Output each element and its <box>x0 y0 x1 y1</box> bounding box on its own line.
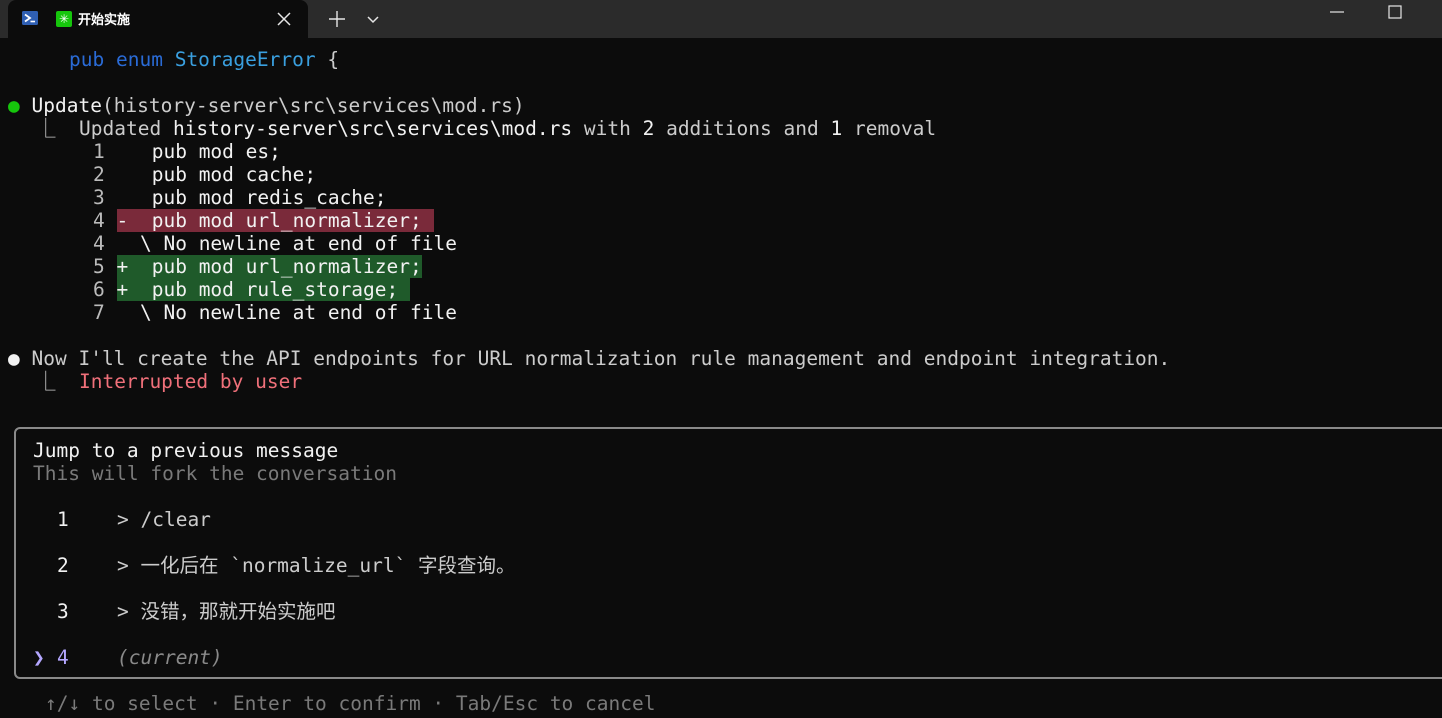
close-icon[interactable] <box>274 9 294 29</box>
diff-line-added: 5 + pub mod url_normalizer; <box>93 255 422 278</box>
summary-prefix: Updated <box>79 117 162 140</box>
type-name: StorageError <box>174 48 316 71</box>
selection-pointer-icon: ❯ <box>33 646 45 669</box>
additions-word: additions <box>666 117 772 140</box>
message-option[interactable]: 3 > 没错，那就开始实施吧 <box>33 600 1413 623</box>
keyword-pub: pub <box>69 48 105 71</box>
diff-code: pub mod es; <box>128 140 281 163</box>
diff-line-number: 7 <box>93 301 105 324</box>
connector-icon: ⎿ <box>36 370 56 393</box>
status-dot-icon: ● <box>8 94 20 117</box>
diff-line-number: 6 <box>93 278 105 301</box>
diff-marker: - <box>116 209 129 232</box>
diff-marker <box>117 186 129 209</box>
app-star-icon: ✳ <box>56 11 72 27</box>
diff-code: pub mod url_normalizer; <box>128 209 434 232</box>
option-text: > /clear <box>117 508 211 531</box>
update-label: Update <box>31 94 102 117</box>
option-number: 2 <box>57 554 69 577</box>
brace: { <box>315 48 340 71</box>
dialog-title-text: Jump to a previous message <box>33 439 339 462</box>
diff-line-number: 4 <box>93 209 105 232</box>
connector-icon: ⎿ <box>36 117 56 140</box>
diff-marker <box>117 232 129 255</box>
diff-marker <box>117 301 129 324</box>
option-number: 3 <box>57 600 69 623</box>
option-text: > 没错，那就开始实施吧 <box>117 600 336 623</box>
message-bullet-icon: ● <box>8 347 20 370</box>
diff-marker: + <box>116 278 129 301</box>
diff-marker <box>117 140 129 163</box>
diff-line-added: 6 + pub mod rule_storage; <box>93 278 411 301</box>
diff-code: pub mod cache; <box>128 163 317 186</box>
minimize-icon[interactable] <box>1328 4 1346 20</box>
diff-body: \ No newline at end of file <box>117 301 457 324</box>
tab-title: 开始实施 <box>78 13 131 28</box>
diff-line: 1 pub mod es; <box>93 140 281 163</box>
diff-line: 4 \ No newline at end of file <box>93 232 457 255</box>
diff-marker <box>117 163 129 186</box>
and-word: and <box>783 117 819 140</box>
diff-line-number: 4 <box>93 232 105 255</box>
removals-count: 1 <box>830 117 843 140</box>
diff-line-number: 3 <box>93 186 105 209</box>
plus-icon[interactable] <box>326 8 348 30</box>
diff-line-number: 2 <box>93 163 105 186</box>
message-text: Now I'll create the API endpoints for UR… <box>31 347 1171 370</box>
dialog-footer: ↑/↓ to select · Enter to confirm · Tab/E… <box>45 692 655 715</box>
diff-line-removed: 4 - pub mod url_normalizer; <box>93 209 434 232</box>
terminal-tab[interactable]: ✳ 开始实施 <box>8 0 308 38</box>
dialog-title: Jump to a previous message <box>33 439 338 462</box>
chevron-down-icon[interactable] <box>364 10 382 28</box>
summary-with: with <box>583 117 631 140</box>
diff-body-removed: - pub mod url_normalizer; <box>116 209 434 232</box>
message-option[interactable]: 2 > 一化后在 `normalize_url` 字段查询。 <box>33 554 1413 577</box>
keyword-enum: enum <box>115 48 163 71</box>
diff-body: pub mod cache; <box>117 163 317 186</box>
diff-line-number: 5 <box>93 255 105 278</box>
diff-code: pub mod redis_cache; <box>128 186 387 209</box>
option-text: > 一化后在 `normalize_url` 字段查询。 <box>117 554 516 577</box>
maximize-icon[interactable] <box>1386 4 1404 20</box>
interrupt-status: ⎿ Interrupted by user <box>36 370 302 393</box>
diff-body-added: + pub mod url_normalizer; <box>116 255 422 278</box>
diff-line: 7 \ No newline at end of file <box>93 301 457 324</box>
title-bar: ✳ 开始实施 <box>0 0 1442 38</box>
summary-path: history-server\src\services\mod.rs <box>172 117 573 140</box>
update-header: ● Update(history-server\src\services\mod… <box>8 94 525 117</box>
diff-code: pub mod rule_storage; <box>128 278 411 301</box>
message-option-selected[interactable]: ❯ 4 (current) <box>33 646 1413 669</box>
diff-body: \ No newline at end of file <box>117 232 457 255</box>
update-path: (history-server\src\services\mod.rs) <box>101 94 525 117</box>
diff-line-number: 1 <box>93 140 105 163</box>
option-number: 4 <box>57 646 69 669</box>
dialog-subtitle: This will fork the conversation <box>33 462 397 485</box>
removals-word: removal <box>853 117 937 140</box>
enum-code-line: pub enum StorageError { <box>69 48 339 71</box>
option-number: 1 <box>57 508 69 531</box>
powershell-icon <box>22 11 38 25</box>
dialog-subtitle-text: This will fork the conversation <box>33 462 397 485</box>
diff-body: pub mod es; <box>117 140 281 163</box>
message-option[interactable]: 1 > /clear <box>33 508 1413 531</box>
option-text: (current) <box>117 646 223 669</box>
assistant-message: ● Now I'll create the API endpoints for … <box>8 347 1170 370</box>
diff-code: pub mod url_normalizer; <box>128 255 422 278</box>
diff-marker: + <box>116 255 129 278</box>
diff-body: pub mod redis_cache; <box>117 186 387 209</box>
diff-code: \ No newline at end of file <box>128 301 457 324</box>
diff-code: \ No newline at end of file <box>128 232 457 255</box>
diff-line: 2 pub mod cache; <box>93 163 316 186</box>
update-summary: ⎿ Updated history-server\src\services\mo… <box>36 117 936 140</box>
keyboard-hints: ↑/↓ to select · Enter to confirm · Tab/E… <box>45 692 656 715</box>
diff-body-added: + pub mod rule_storage; <box>116 278 411 301</box>
interrupted-label: Interrupted by user <box>79 370 303 393</box>
diff-line: 3 pub mod redis_cache; <box>93 186 387 209</box>
additions-count: 2 <box>642 117 655 140</box>
